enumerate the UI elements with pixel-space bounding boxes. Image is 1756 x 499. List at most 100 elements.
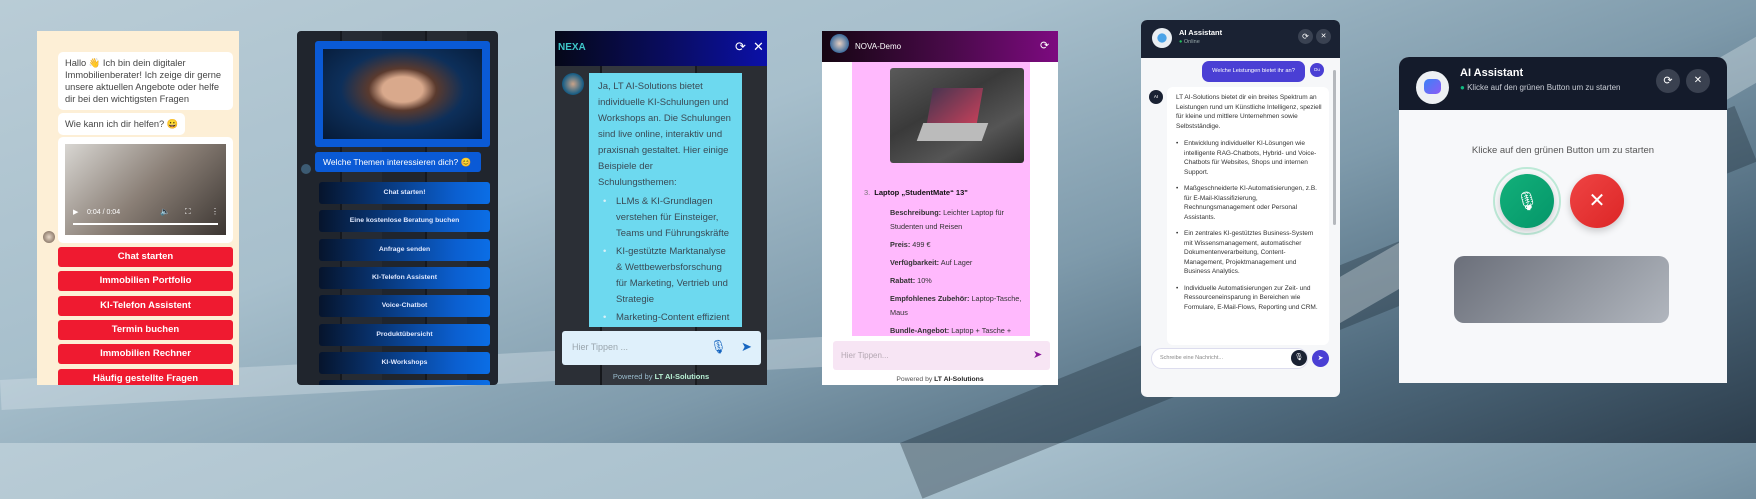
powered-by: Powered by LT AI-Solutions (896, 376, 984, 383)
close-button[interactable]: ✕ (1316, 29, 1331, 44)
detail-item: Beschreibung: Leichter Laptop für Studen… (890, 208, 1004, 231)
phone-assistant-button[interactable]: KI-Telefon Assistent (58, 296, 233, 316)
close-icon[interactable]: ✕ (753, 39, 764, 55)
message-intro: Ja, LT AI-Solutions bietet individuelle … (598, 81, 731, 188)
ai-assistant-chat-widget: AI Assistant ● Online ⟳ ✕ Welche Leistun… (1141, 20, 1340, 397)
bot-message: Ja, LT AI-Solutions bietet individuelle … (589, 73, 742, 327)
detail-item: Rabatt: 10% (890, 276, 932, 285)
list-item: • LLMs & KI-Grundlagen verstehen für Eins… (603, 196, 730, 239)
brand-link[interactable]: LT AI-Solutions (934, 376, 983, 383)
send-icon[interactable]: ➤ (1033, 348, 1042, 361)
free-consultation-button[interactable]: Eine kostenlose Beratung buchen (319, 210, 490, 232)
list-item: • Maßgeschneiderte KI-Automatisierungen, … (1176, 185, 1317, 221)
more-button[interactable] (319, 380, 490, 385)
real-estate-chat-widget: Hallo 👋 Ich bin dein digitaler Immobilie… (37, 31, 239, 385)
bot-message: Hallo 👋 Ich bin dein digitaler Immobilie… (58, 52, 233, 110)
bot-avatar (301, 164, 311, 174)
user-message: Welche Leistungen bietet ihr an? (1202, 61, 1305, 82)
scrollbar[interactable] (1333, 70, 1336, 225)
play-icon[interactable]: ▶ (73, 207, 78, 219)
header-title: AI Assistant (1460, 67, 1524, 79)
send-icon[interactable]: ➤ (741, 339, 752, 355)
cancel-button[interactable]: ✕ (1570, 174, 1624, 228)
list-item: • Individuelle Automatisierungen zur Zeit… (1176, 284, 1318, 311)
message-input[interactable]: Hier Tippen... ➤ (833, 341, 1050, 370)
header-title: AI Assistant (1179, 28, 1223, 37)
chat-start-button[interactable]: Chat starten (58, 247, 233, 267)
voice-chatbot-button[interactable]: Voice-Chatbot (319, 295, 490, 317)
input-placeholder: Hier Tippen... (841, 351, 889, 360)
input-placeholder: Schreibe eine Nachricht... (1160, 355, 1223, 361)
user-avatar: Du (1310, 63, 1324, 77)
volume-icon[interactable]: 🔈 (160, 206, 170, 218)
start-microphone-button[interactable]: 🎙 (1500, 174, 1554, 228)
refresh-button[interactable]: ⟳ (1298, 29, 1313, 44)
instruction-text: Klicke auf den grünen Button um zu start… (1471, 145, 1655, 156)
topics-chat-widget: Welche Themen interessieren dich? 😊 Chat… (297, 31, 498, 385)
bot-message: Welche Themen interessieren dich? 😊 (315, 152, 481, 172)
status: ● Klicke auf den grünen Button um zu sta… (1460, 83, 1621, 92)
header-title: NEXA (558, 42, 586, 53)
portfolio-button[interactable]: Immobilien Portfolio (58, 271, 233, 291)
detail-item: Preis: 499 € (890, 240, 931, 249)
input-placeholder: Hier Tippen ... (572, 342, 629, 352)
bot-avatar: AI (1149, 90, 1163, 104)
microphone-button[interactable]: 🎙 (1291, 350, 1307, 366)
header: AI Assistant ● Klicke auf den grünen But… (1399, 57, 1727, 110)
send-button[interactable]: ➤ (1312, 350, 1329, 367)
status: ● Online (1179, 39, 1200, 45)
product-title: 3. Laptop „StudentMate“ 13" (864, 188, 968, 197)
bot-message: Wie kann ich dir helfen? 😀 (58, 113, 186, 135)
message-intro: LT AI-Solutions bietet dir ein breites S… (1176, 94, 1322, 130)
fullscreen-icon[interactable]: ⛶ (185, 206, 191, 218)
product-overview-button[interactable]: Produktübersicht (319, 324, 490, 346)
refresh-icon[interactable]: ⟳ (735, 39, 746, 55)
nexa-chat-widget: NEXA ⟳ ✕ Ja, LT AI-Solutions bietet indi… (555, 31, 767, 385)
message-input[interactable]: Schreibe eine Nachricht... (1151, 348, 1308, 369)
video-progress[interactable] (73, 223, 218, 225)
chat-start-button[interactable]: Chat starten! (319, 182, 490, 204)
video-time: 0:04 / 0:04 (87, 209, 121, 216)
close-button[interactable]: ✕ (1686, 69, 1710, 93)
bot-message: 3. Laptop „StudentMate“ 13" Beschreibung:… (852, 62, 1030, 336)
powered-by: Powered by LT AI-Solutions (555, 372, 767, 381)
send-request-button[interactable]: Anfrage senden (319, 239, 490, 261)
brand-link[interactable]: LT AI-Solutions (655, 372, 710, 381)
detail-item: Empfohlenes Zubehör: Laptop-Tasche, Maus (890, 294, 1022, 317)
microphone-icon: 🎙 (1515, 191, 1539, 211)
bot-avatar (562, 73, 584, 95)
powered-prefix: Powered by (612, 372, 655, 381)
refresh-button[interactable]: ⟳ (1656, 69, 1680, 93)
header: NEXA ⟳ ✕ (555, 31, 767, 66)
detail-item: Verfügbarkeit: Auf Lager (890, 258, 973, 267)
woman-portrait-image (323, 49, 482, 139)
list-item: • Ein zentrales KI-gestütztes Business-Sy… (1176, 230, 1314, 275)
more-icon[interactable]: ⋮ (211, 206, 219, 218)
voice-assistant-widget: AI Assistant ● Klicke auf den grünen But… (1399, 57, 1727, 383)
bot-message: LT AI-Solutions bietet dir ein breites S… (1167, 87, 1329, 345)
transcript-area (1454, 256, 1669, 323)
message-input[interactable]: Hier Tippen ... 🎙 ➤ (562, 331, 761, 365)
assistant-logo (1416, 71, 1449, 104)
assistant-logo (1152, 28, 1172, 48)
refresh-icon[interactable]: ⟳ (1040, 39, 1049, 52)
laptop-image (890, 68, 1024, 163)
video-card: ▶ 0:04 / 0:04 🔈 ⛶ ⋮ (58, 137, 233, 243)
bot-avatar (830, 34, 849, 53)
nova-chat-widget: NOVA-Demo ⟳ 3. Laptop „StudentMate“ 13" B… (822, 31, 1058, 385)
header-title: NOVA-Demo (855, 42, 902, 51)
video-player[interactable]: ▶ 0:04 / 0:04 🔈 ⛶ ⋮ (65, 144, 226, 235)
bot-avatar (43, 231, 55, 243)
header: NOVA-Demo ⟳ (822, 31, 1058, 62)
workshops-button[interactable]: KI-Workshops (319, 352, 490, 374)
phone-assistant-button[interactable]: KI-Telefon Assistent (319, 267, 490, 289)
list-item: • Entwicklung individueller KI-Lösungen w… (1176, 140, 1317, 176)
book-appointment-button[interactable]: Termin buchen (58, 320, 233, 340)
list-item: • Marketing-Content effizient (603, 312, 730, 323)
microphone-icon[interactable]: 🎙 (710, 339, 727, 355)
calculator-button[interactable]: Immobilien Rechner (58, 344, 233, 364)
avatar-image-frame (315, 41, 490, 147)
list-item: • KI-gestützte Marktanalyse & Wettbewerbs… (603, 246, 728, 305)
header: AI Assistant ● Online ⟳ ✕ (1141, 20, 1340, 58)
faq-button[interactable]: Häufig gestellte Fragen (58, 369, 233, 385)
